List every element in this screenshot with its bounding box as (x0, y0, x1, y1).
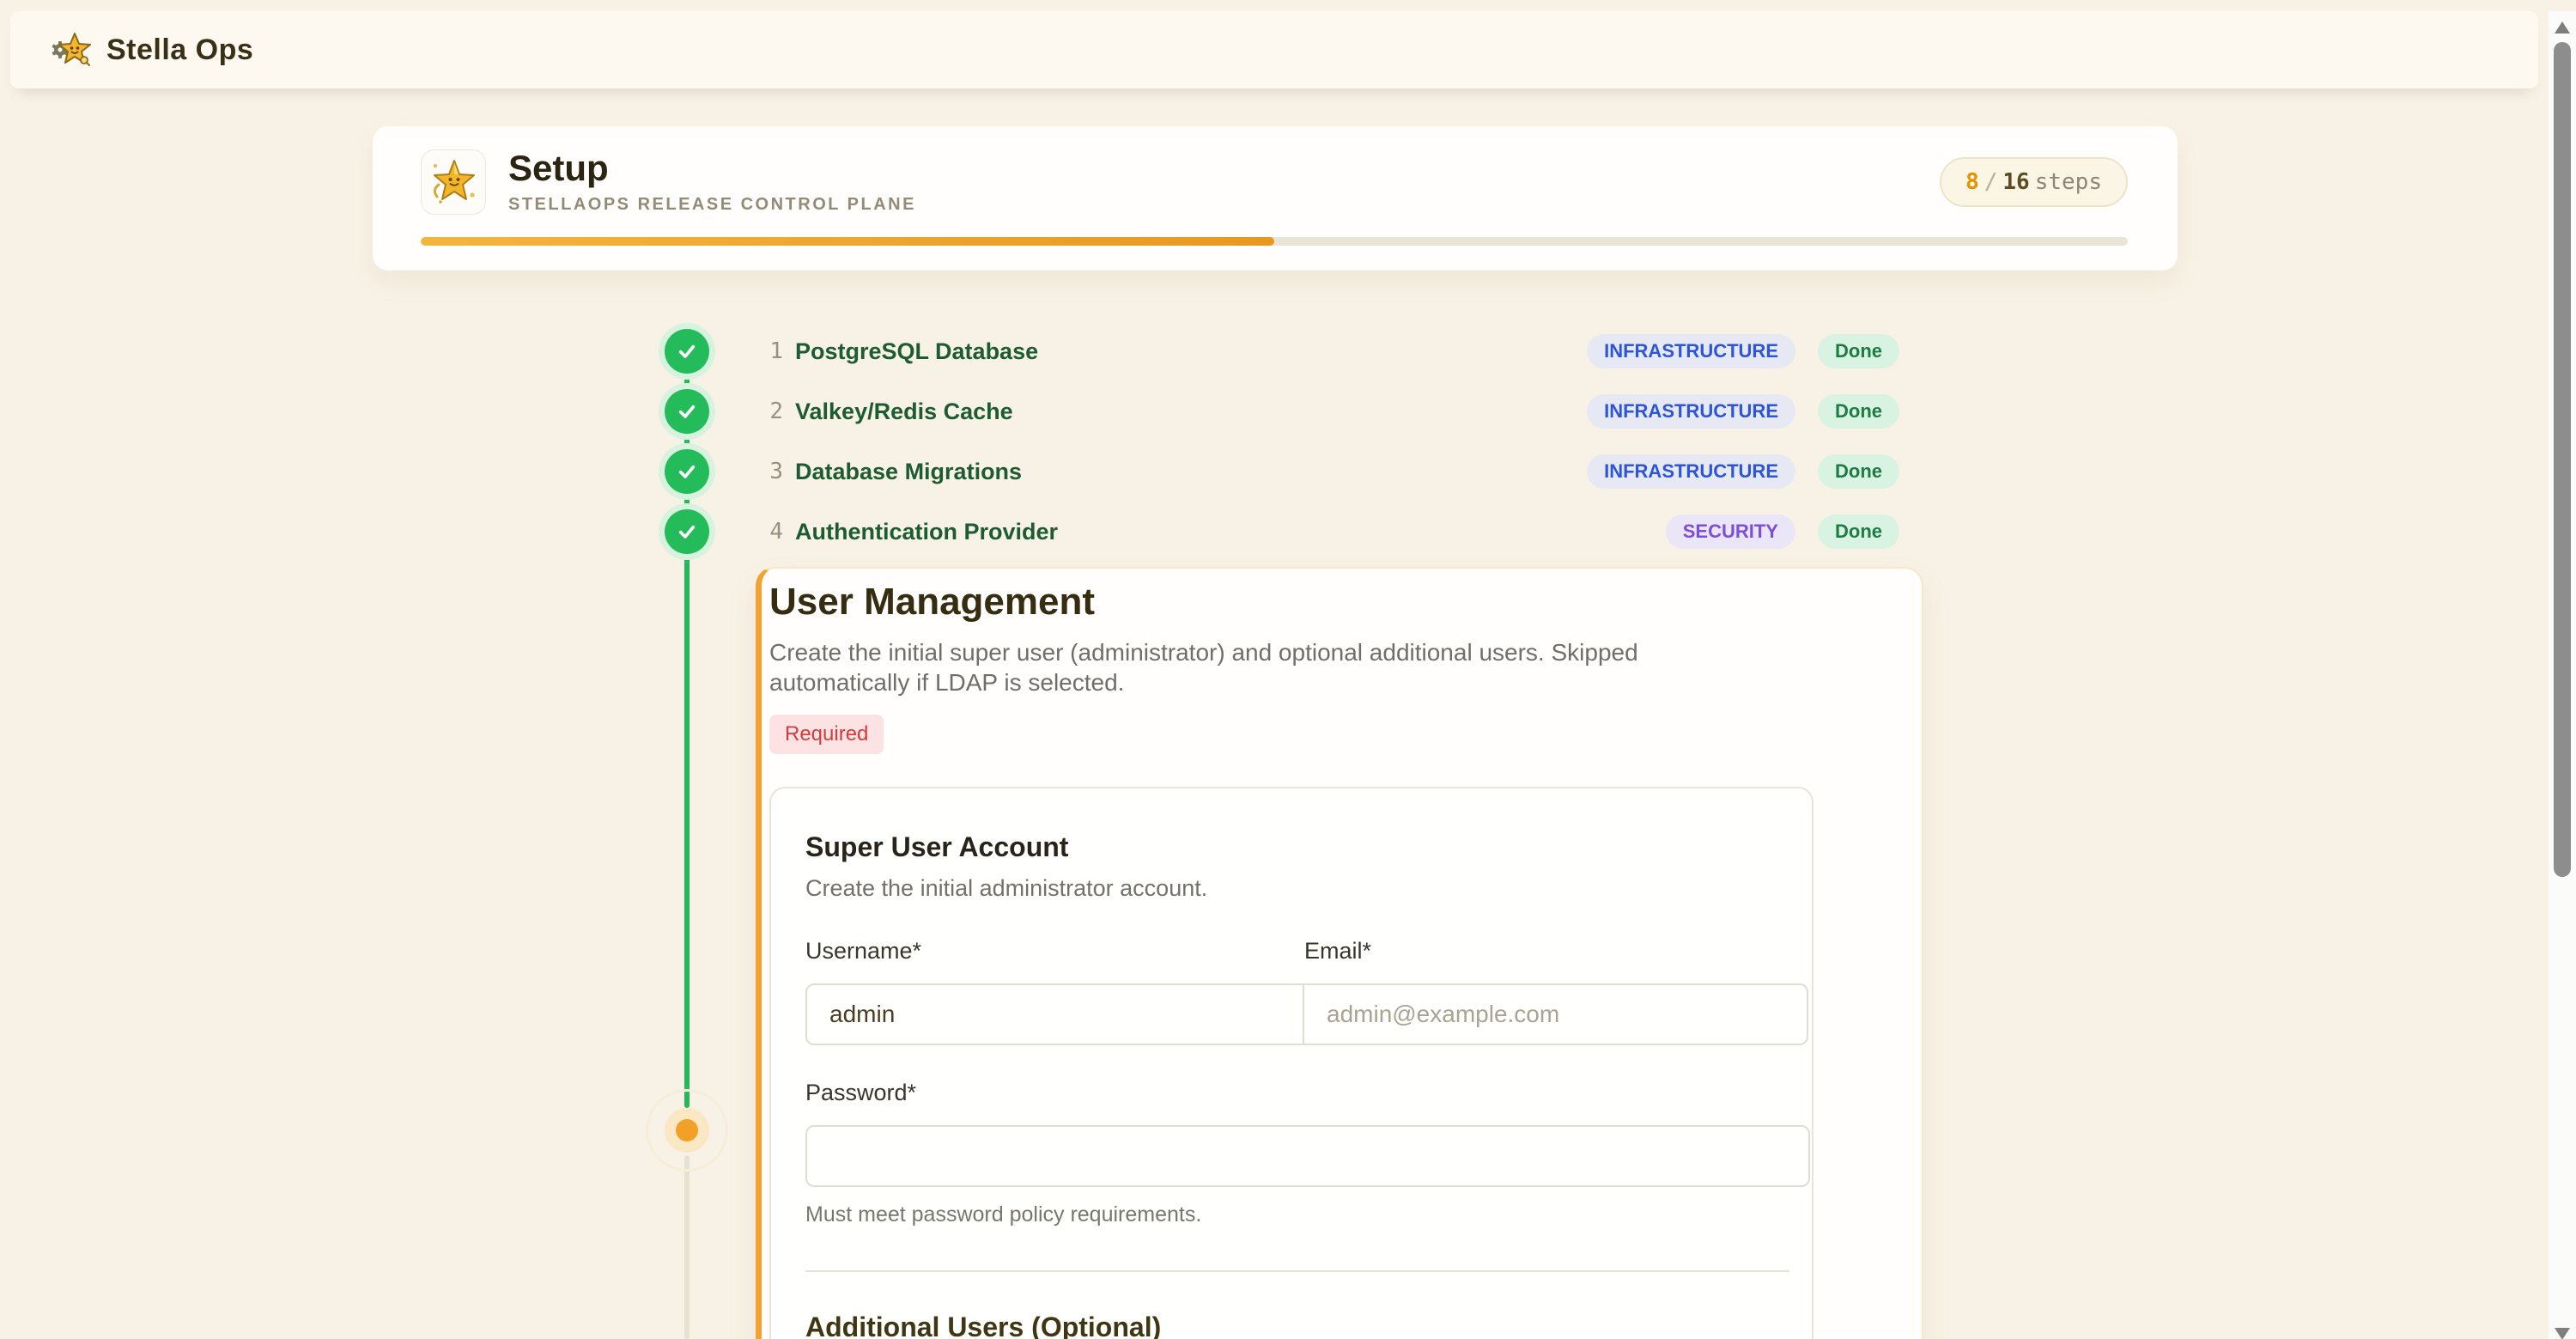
step-check-circle (665, 509, 709, 554)
setup-stage: 1 PostgreSQL Database INFRASTRUCTURE Don… (373, 321, 2178, 1339)
scrollbar-up-arrow-icon[interactable] (2555, 21, 2570, 33)
step-check-circle (665, 329, 709, 374)
email-input[interactable] (1303, 983, 1808, 1045)
check-icon (673, 518, 701, 545)
app-brand[interactable]: Stella Ops (52, 29, 253, 70)
top-app-bar: Stella Ops (10, 11, 2538, 88)
steps-total-count: 16 (2002, 169, 2029, 195)
vertical-scrollbar[interactable] (2549, 11, 2576, 1339)
step-category-badge: INFRASTRUCTURE (1587, 454, 1795, 489)
check-icon (673, 338, 701, 365)
scrollbar-thumb[interactable] (2554, 42, 2571, 877)
setup-step-row[interactable]: 1 PostgreSQL Database INFRASTRUCTURE Don… (665, 321, 1899, 381)
timeline-upcoming-line (684, 1155, 690, 1339)
step-category-badge: INFRASTRUCTURE (1587, 334, 1795, 368)
setup-progress-fill (421, 237, 1274, 246)
setup-progress-track (421, 237, 2128, 246)
username-input[interactable] (805, 983, 1304, 1045)
super-user-subtitle: Create the initial administrator account… (805, 875, 1810, 902)
step-number: 2 (756, 399, 783, 424)
super-user-title: Super User Account (805, 831, 1810, 863)
steps-progress-badge: 8 / 16 steps (1940, 157, 2128, 207)
email-label: Email* (1304, 938, 1371, 964)
step-status-badge: Done (1818, 514, 1899, 549)
step-title: PostgreSQL Database (795, 338, 1038, 365)
current-step-dot-icon (676, 1119, 698, 1141)
step-category-badge: INFRASTRUCTURE (1587, 394, 1795, 429)
steps-separator: / (1984, 169, 1998, 195)
super-user-form-card: Super User Account Create the initial ad… (769, 787, 1814, 1339)
step-status-badge: Done (1818, 454, 1899, 489)
step-title: Database Migrations (795, 459, 1022, 485)
check-icon (673, 398, 701, 425)
step-title: Valkey/Redis Cache (795, 399, 1013, 425)
step-number: 3 (756, 459, 783, 484)
setup-star-logo-icon (425, 154, 482, 210)
section-title: User Management (769, 581, 1814, 624)
step-check-circle (665, 449, 709, 494)
setup-logo-tile (421, 149, 486, 215)
setup-step-row[interactable]: 2 Valkey/Redis Cache INFRASTRUCTURE Done (665, 381, 1899, 441)
step-number: 4 (756, 519, 783, 545)
step-check-circle (665, 389, 709, 434)
step-category-badge: SECURITY (1666, 514, 1795, 549)
setup-step-row[interactable]: 3 Database Migrations INFRASTRUCTURE Don… (665, 441, 1899, 502)
required-badge: Required (769, 715, 884, 754)
username-label: Username* (805, 938, 921, 964)
scrollbar-down-arrow-icon[interactable] (2555, 1328, 2570, 1339)
setup-header-card: Setup STELLAOPS RELEASE CONTROL PLANE 8 … (373, 126, 2178, 271)
step-number: 1 (756, 338, 783, 364)
completed-steps-list: 1 PostgreSQL Database INFRASTRUCTURE Don… (373, 321, 1899, 562)
step-status-badge: Done (1818, 394, 1899, 429)
section-divider (805, 1270, 1789, 1272)
user-management-card: User Management Create the initial super… (756, 567, 1923, 1339)
check-icon (673, 458, 701, 485)
app-logo-star-gear-icon (52, 29, 93, 70)
app-title: Stella Ops (106, 33, 253, 67)
password-input[interactable] (805, 1125, 1810, 1187)
main-content: Setup STELLAOPS RELEASE CONTROL PLANE 8 … (373, 126, 2178, 1339)
steps-suffix: steps (2035, 169, 2102, 195)
password-label: Password* (805, 1080, 1810, 1106)
step-title: Authentication Provider (795, 519, 1058, 545)
page-subtitle: STELLAOPS RELEASE CONTROL PLANE (508, 195, 916, 215)
section-description: Create the initial super user (administr… (769, 637, 1722, 697)
steps-done-count: 8 (1965, 169, 1979, 195)
password-helper-text: Must meet password policy requirements. (805, 1202, 1810, 1227)
additional-users-title: Additional Users (Optional) (805, 1312, 1810, 1339)
step-status-badge: Done (1818, 334, 1899, 368)
page-title: Setup (508, 149, 916, 188)
setup-step-row[interactable]: 4 Authentication Provider SECURITY Done (665, 502, 1899, 562)
